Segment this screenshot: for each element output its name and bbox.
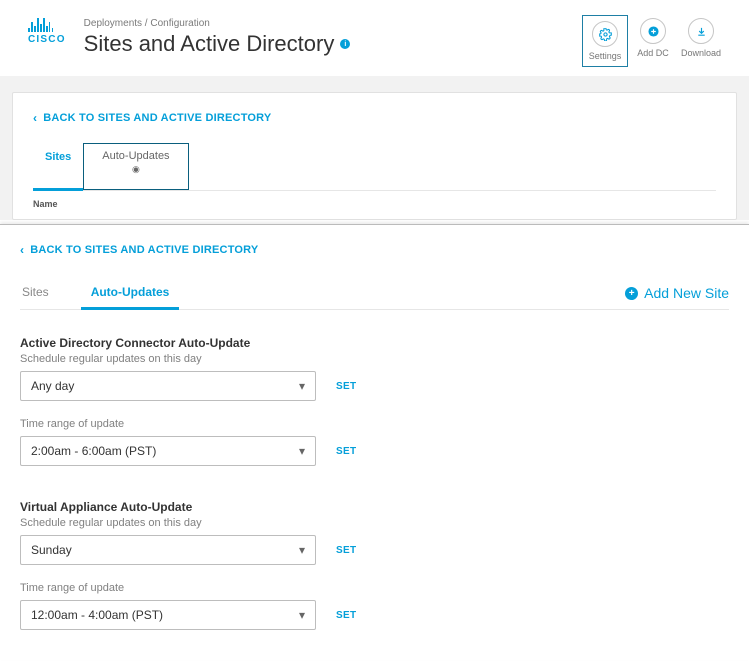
va-day-select[interactable]: Sunday ▾: [20, 535, 316, 565]
va-day-label: Schedule regular updates on this day: [20, 517, 729, 529]
info-icon[interactable]: i: [340, 39, 350, 49]
tab-sites[interactable]: Sites: [33, 143, 83, 191]
ad-connector-title: Active Directory Connector Auto-Update: [20, 336, 729, 350]
back-link[interactable]: ‹ BACK TO SITES AND ACTIVE DIRECTORY: [20, 243, 729, 257]
download-button[interactable]: Download: [681, 18, 721, 64]
chevron-down-icon: ▾: [299, 379, 305, 393]
panel-auto-updates: ‹ BACK TO SITES AND ACTIVE DIRECTORY Sit…: [0, 224, 749, 660]
add-new-site-button[interactable]: + Add New Site: [625, 285, 729, 301]
gear-icon: [592, 21, 618, 47]
va-time-label: Time range of update: [20, 582, 729, 594]
ad-time-set-button[interactable]: SET: [336, 446, 356, 457]
ad-day-set-button[interactable]: SET: [336, 381, 356, 392]
tab-auto-updates[interactable]: Auto-Updates: [81, 277, 180, 310]
chevron-down-icon: ▾: [299, 444, 305, 458]
ad-time-select[interactable]: 2:00am - 6:00am (PST) ▾: [20, 436, 316, 466]
chevron-left-icon: ‹: [20, 243, 24, 257]
cisco-logo: CISCO: [28, 18, 66, 45]
column-name: Name: [33, 199, 716, 209]
plus-circle-icon: +: [625, 287, 638, 300]
cursor-icon: ◉: [102, 164, 169, 175]
chevron-down-icon: ▾: [299, 608, 305, 622]
download-icon: [688, 18, 714, 44]
va-time-set-button[interactable]: SET: [336, 610, 356, 621]
settings-button[interactable]: Settings: [585, 18, 625, 64]
page-title: Sites and Active Directory i: [84, 31, 585, 57]
ad-day-select[interactable]: Any day ▾: [20, 371, 316, 401]
add-dc-button[interactable]: Add DC: [633, 18, 673, 64]
chevron-left-icon: ‹: [33, 111, 37, 125]
tab-auto-updates-hover[interactable]: Auto-Updates ◉: [83, 143, 188, 190]
ad-day-label: Schedule regular updates on this day: [20, 353, 729, 365]
va-time-select[interactable]: 12:00am - 4:00am (PST) ▾: [20, 600, 316, 630]
back-link[interactable]: ‹ BACK TO SITES AND ACTIVE DIRECTORY: [33, 111, 716, 125]
va-title: Virtual Appliance Auto-Update: [20, 500, 729, 514]
chevron-down-icon: ▾: [299, 543, 305, 557]
panel-sites-preview: ‹ BACK TO SITES AND ACTIVE DIRECTORY Sit…: [0, 76, 749, 220]
plus-icon: [640, 18, 666, 44]
ad-time-label: Time range of update: [20, 418, 729, 430]
app-header: CISCO Deployments / Configuration Sites …: [0, 0, 749, 72]
va-day-set-button[interactable]: SET: [336, 545, 356, 556]
breadcrumb[interactable]: Deployments / Configuration: [84, 18, 585, 29]
tab-sites[interactable]: Sites: [20, 277, 51, 309]
